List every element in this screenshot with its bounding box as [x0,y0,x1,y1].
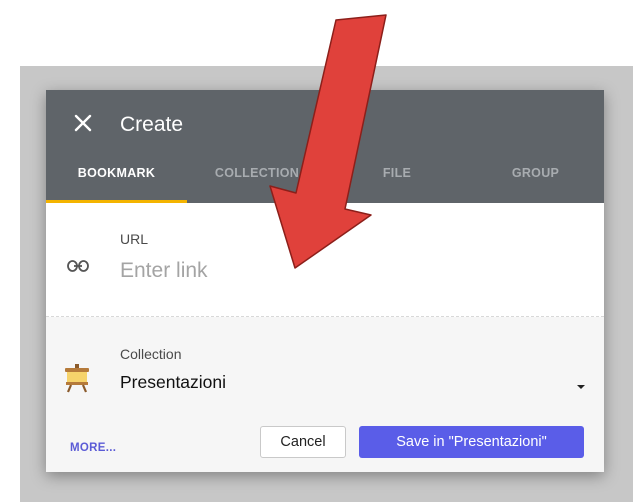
collection-select[interactable]: Presentazioni [118,370,588,396]
collection-label: Collection [120,346,182,362]
dialog-header: Create BOOKMARK COLLECTION FILE GROUP [46,90,604,203]
tab-group[interactable]: GROUP [467,158,604,203]
create-dialog: Create BOOKMARK COLLECTION FILE GROUP UR… [46,90,604,472]
link-icon [67,260,89,272]
tab-bookmark[interactable]: BOOKMARK [46,158,187,203]
cancel-button[interactable]: Cancel [260,426,346,458]
save-button[interactable]: Save in "Presentazioni" [359,426,584,458]
tab-bar: BOOKMARK COLLECTION FILE GROUP [46,158,604,203]
close-button[interactable] [72,112,94,134]
tab-file[interactable]: FILE [327,158,467,203]
close-icon [74,114,92,132]
dialog-title: Create [120,113,184,136]
url-input[interactable] [118,256,582,286]
tab-collection[interactable]: COLLECTION [187,158,327,203]
more-link[interactable]: MORE... [70,442,116,454]
collection-value: Presentazioni [120,372,227,392]
chevron-down-icon [577,385,585,389]
presentation-board-icon [65,364,89,393]
url-label: URL [120,231,149,247]
